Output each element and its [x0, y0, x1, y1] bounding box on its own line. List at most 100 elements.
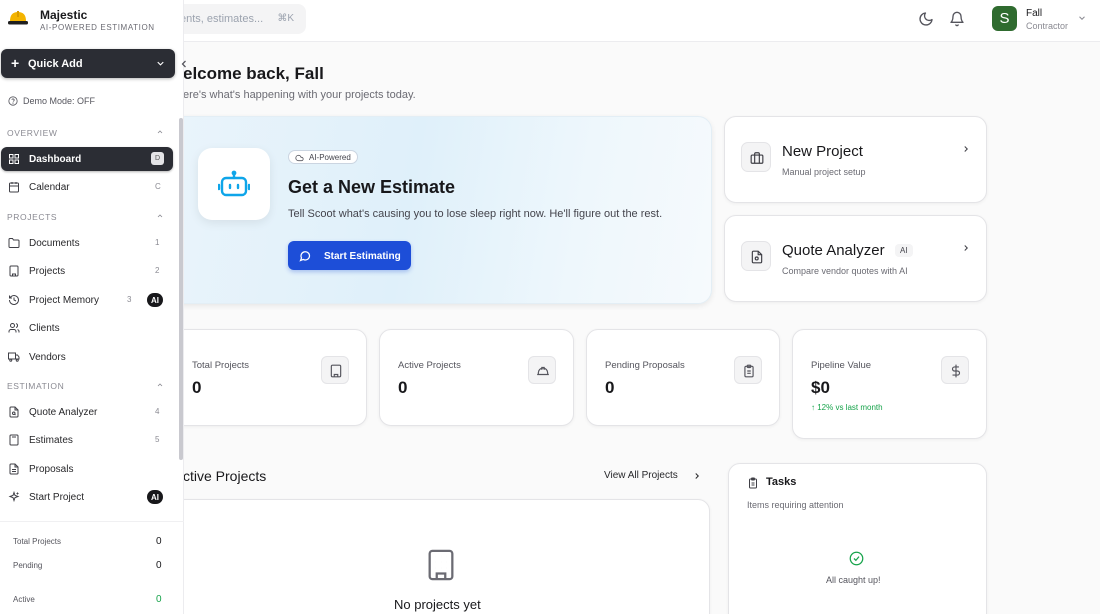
hard-hat-logo-icon: [8, 11, 28, 25]
sidebar-item-start-project[interactable]: Start Project AI: [1, 485, 173, 509]
card-subtitle: Compare vendor quotes with AI: [782, 266, 908, 276]
stat-label: Active: [13, 595, 35, 604]
clipboard-icon: [749, 477, 757, 489]
sidebar-item-clients[interactable]: Clients: [1, 316, 173, 340]
sidebar-item-count: 1: [155, 238, 160, 247]
hard-hat-icon: [537, 366, 549, 376]
sidebar-item-quote-analyzer[interactable]: Quote Analyzer 4: [1, 400, 173, 424]
demo-mode-toggle[interactable]: Demo Mode: OFF: [8, 96, 95, 106]
stat-value: $0: [811, 378, 830, 397]
icon-box: [528, 356, 556, 384]
sidebar-item-project-memory[interactable]: Project Memory 3 AI: [1, 288, 173, 312]
chevron-right-icon: [695, 473, 699, 479]
sidebar-item-label: Clients: [29, 323, 60, 334]
stat-value: 0: [156, 536, 162, 547]
icon-box: [734, 356, 762, 384]
sidebar-item-count: 2: [155, 266, 160, 275]
building-icon: [428, 549, 454, 581]
chevron-right-icon: [964, 146, 968, 152]
stat-card-pipeline-value: Pipeline Value $0 ↑ 12% vs last month: [792, 329, 987, 439]
robot-icon-box: [198, 148, 270, 220]
stat-value: 0: [605, 378, 615, 397]
stat-value: 0: [192, 378, 202, 397]
stat-label: Total Projects: [192, 360, 250, 371]
section-estimation[interactable]: ESTIMATION: [7, 381, 64, 391]
icon-box: [321, 356, 349, 384]
stat-label: Pending Proposals: [605, 360, 685, 371]
file-text-icon: [9, 463, 19, 475]
avatar[interactable]: S: [992, 6, 1017, 31]
empty-state-text: No projects yet: [394, 597, 481, 612]
sidebar-item-vendors[interactable]: Vendors: [1, 345, 173, 369]
bell-icon[interactable]: [949, 11, 965, 27]
stat-value: 0: [156, 560, 162, 571]
sidebar-item-proposals[interactable]: Proposals: [1, 457, 173, 481]
sidebar-item-label: Vendors: [29, 352, 66, 363]
building-icon: [9, 265, 19, 277]
sidebar-item-projects[interactable]: Projects 2: [1, 259, 173, 283]
section-projects[interactable]: PROJECTS: [7, 212, 57, 222]
collapse-sidebar-icon[interactable]: [178, 58, 190, 70]
chevron-up-icon[interactable]: [156, 212, 164, 220]
sidebar-item-label: Projects: [29, 266, 66, 277]
grid-icon: [9, 154, 19, 164]
section-overview[interactable]: OVERVIEW: [7, 128, 57, 138]
ai-badge: AI: [147, 293, 163, 307]
calendar-icon: [9, 182, 19, 193]
chevron-down-icon: [157, 61, 164, 66]
search-input[interactable]: ents, estimates... ⌘K: [172, 4, 306, 34]
search-shortcut: ⌘K: [277, 13, 294, 24]
stat-label: Total Projects: [13, 537, 62, 546]
page-title: elcome back, Fall: [183, 64, 324, 83]
ai-badge: AI: [147, 490, 163, 504]
history-icon: [9, 295, 19, 305]
sidebar-item-dashboard[interactable]: Dashboard D: [1, 147, 173, 171]
sidebar-scrollbar[interactable]: [179, 118, 183, 460]
quick-add-button[interactable]: + Quick Add: [1, 49, 175, 78]
tasks-subtitle: Items requiring attention: [747, 500, 844, 510]
chevron-up-icon[interactable]: [156, 128, 164, 136]
icon-box: [941, 356, 969, 384]
user-name[interactable]: Fall: [1026, 8, 1042, 19]
start-estimating-button[interactable]: Start Estimating: [288, 241, 411, 270]
ai-badge: AI: [895, 244, 913, 257]
view-all-projects-link[interactable]: View All Projects: [604, 470, 699, 481]
stat-label: Pipeline Value: [811, 360, 872, 371]
sidebar-stat-pending: Pending 0: [13, 560, 163, 571]
sidebar: Majestic AI-POWERED ESTIMATION + Quick A…: [0, 0, 184, 614]
stat-value: 0: [156, 594, 162, 605]
card-subtitle: Manual project setup: [782, 167, 866, 177]
card-title: New Project: [782, 143, 863, 160]
app-name: Majestic: [40, 8, 88, 22]
file-search-icon: [9, 406, 19, 418]
stat-card-pending-proposals: Pending Proposals 0: [586, 329, 780, 426]
card-title: Quote Analyzer: [782, 242, 885, 259]
hero-description: Tell Scoot what's causing you to lose sl…: [288, 208, 663, 220]
folder-icon: [8, 238, 20, 248]
chevron-right-icon: [964, 245, 968, 251]
sidebar-item-count: C: [155, 182, 161, 191]
chevron-up-icon[interactable]: [156, 381, 164, 389]
cloud-icon: [295, 154, 304, 162]
quick-add-label: Quick Add: [28, 58, 83, 70]
users-icon: [8, 323, 20, 333]
sidebar-item-label: Proposals: [29, 464, 74, 475]
icon-box: [741, 241, 771, 271]
sidebar-item-documents[interactable]: Documents 1: [1, 231, 173, 255]
app-tagline: AI-POWERED ESTIMATION: [40, 23, 155, 32]
sidebar-item-estimates[interactable]: Estimates 5: [1, 428, 173, 452]
new-project-card[interactable]: New Project Manual project setup: [724, 116, 987, 203]
chevron-down-icon[interactable]: [1077, 13, 1087, 23]
moon-icon[interactable]: [918, 11, 934, 27]
tasks-title: Tasks: [766, 476, 797, 488]
page-subtitle: ere's what's happening with your project…: [183, 89, 416, 101]
quote-analyzer-card[interactable]: Quote Analyzer AI Compare vendor quotes …: [724, 215, 987, 302]
sidebar-item-count: 5: [155, 435, 160, 444]
sidebar-item-label: Start Project: [29, 492, 85, 503]
file-search-icon: [751, 250, 763, 264]
sidebar-item-calendar[interactable]: Calendar C: [1, 175, 173, 199]
stat-card-total-projects: Total Projects 0: [173, 329, 367, 426]
sidebar-item-label: Calendar: [29, 182, 70, 193]
bot-icon: [218, 170, 250, 197]
sidebar-item-label: Documents: [29, 238, 80, 249]
